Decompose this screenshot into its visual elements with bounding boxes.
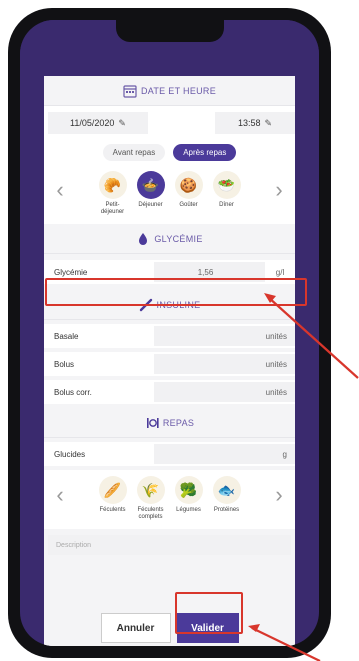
chevron-left-icon[interactable]: ‹: [50, 177, 70, 203]
phone-frame: DATE ET HEURE 11/05/2020 ✎ 13:58 ✎ Avant…: [8, 8, 331, 658]
bolus-input[interactable]: unités: [154, 354, 295, 374]
cutlery-icon: [145, 416, 159, 430]
phone-screen: DATE ET HEURE 11/05/2020 ✎ 13:58 ✎ Avant…: [20, 20, 319, 646]
section-meals-title: REPAS: [162, 417, 195, 428]
carbs-input[interactable]: g: [154, 444, 295, 464]
section-date-time-title: DATE ET HEURE: [140, 85, 217, 96]
drop-icon: [136, 232, 150, 246]
section-glycemia-title: GLYCÉMIE: [154, 233, 203, 244]
entry-form: DATE ET HEURE 11/05/2020 ✎ 13:58 ✎ Avant…: [44, 76, 295, 646]
cancel-button[interactable]: Annuler: [100, 613, 171, 643]
meal-timing-toggle: Avant repas Après repas: [44, 140, 295, 165]
croissant-icon: 🥐: [98, 171, 127, 199]
meal-type-breakfast[interactable]: 🥐 Petit-déjeuner: [97, 171, 129, 216]
date-field[interactable]: 11/05/2020 ✎: [48, 112, 148, 134]
bolus-row: Bolus unités: [44, 352, 295, 376]
edit-date-icon: ✎: [118, 117, 126, 128]
after-meal-button[interactable]: Après repas: [173, 144, 237, 161]
section-insulin: INSULINE: [44, 290, 295, 320]
food-type-protein[interactable]: 🐟 Protéines: [211, 476, 243, 521]
food-type-wholegrain[interactable]: 🌾 Féculents complets: [135, 476, 167, 521]
phone-notch: [116, 20, 224, 42]
validate-button[interactable]: Valider: [176, 613, 239, 643]
glycemia-label: Glycémie: [54, 267, 88, 277]
glycemia-row: Glycémie 1,56 g/l: [44, 260, 295, 284]
meal-type-lunch[interactable]: 🍲 Déjeuner: [135, 171, 167, 216]
starch-icon: 🥖: [98, 476, 127, 504]
syringe-icon: [139, 298, 153, 312]
meal-type-snack[interactable]: 🍪 Goûter: [173, 171, 205, 216]
section-glycemia: GLYCÉMIE: [44, 224, 295, 254]
description-input[interactable]: Description: [48, 535, 291, 555]
basal-input[interactable]: unités: [154, 326, 295, 346]
dinner-icon: 🥗: [212, 171, 241, 199]
bolus-corr-input[interactable]: unités: [154, 382, 295, 402]
before-meal-button[interactable]: Avant repas: [102, 144, 166, 161]
snack-icon: 🍪: [174, 171, 203, 199]
section-meals: REPAS: [44, 408, 295, 438]
edit-time-icon: ✎: [264, 117, 273, 128]
action-bar: Annuler Valider: [44, 606, 295, 646]
wholegrain-icon: 🌾: [136, 476, 165, 504]
basal-row: Basale unités: [44, 324, 295, 348]
chevron-right-icon[interactable]: ›: [269, 177, 289, 203]
meal-type-dinner[interactable]: 🥗 Dîner: [211, 171, 243, 216]
carbs-row: Glucides g: [44, 442, 295, 466]
chevron-right-icon[interactable]: ›: [269, 482, 289, 508]
food-type-starch[interactable]: 🥖 Féculents: [97, 476, 129, 521]
date-time-row: 11/05/2020 ✎ 13:58 ✎: [44, 106, 295, 140]
glycemia-unit: g/l: [275, 267, 285, 277]
lunch-icon: 🍲: [136, 171, 165, 199]
vegetables-icon: 🥦: [174, 476, 203, 504]
time-field[interactable]: 13:58 ✎: [215, 112, 295, 134]
protein-icon: 🐟: [212, 476, 241, 504]
section-date-time: DATE ET HEURE: [44, 76, 295, 106]
bolus-corr-row: Bolus corr. unités: [44, 380, 295, 404]
glycemia-input[interactable]: 1,56: [154, 262, 265, 282]
calendar-icon: [123, 84, 137, 98]
food-type-vegetables[interactable]: 🥦 Légumes: [173, 476, 205, 521]
chevron-left-icon[interactable]: ‹: [50, 482, 70, 508]
meal-type-carousel: ‹ 🥐 Petit-déjeuner 🍲 Déjeuner 🍪 Goûter 🥗…: [44, 165, 295, 224]
food-type-carousel: ‹ 🥖 Féculents 🌾 Féculents complets 🥦 Lég…: [44, 470, 295, 529]
section-insulin-title: INSULINE: [156, 299, 201, 310]
